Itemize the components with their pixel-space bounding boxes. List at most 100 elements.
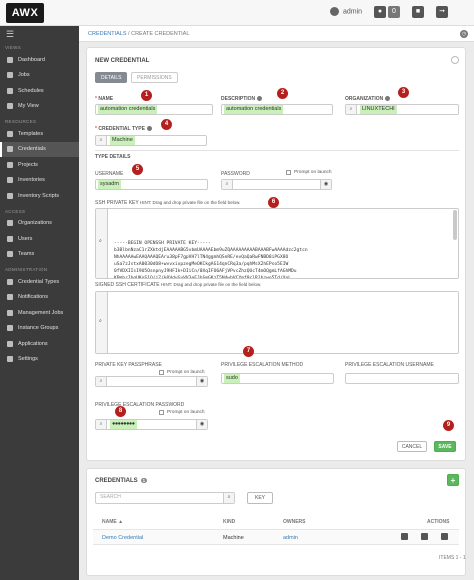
breadcrumb-current: CREATE CREDENTIAL — [131, 31, 190, 37]
tab-details[interactable]: DETAILS — [95, 72, 128, 83]
username-input[interactable]: sysadm — [95, 179, 208, 190]
sidebar-item-users[interactable]: Users — [0, 231, 79, 247]
sidebar-item-credentials[interactable]: Credentials — [0, 141, 79, 157]
callout-9: 9 — [443, 420, 454, 431]
ssh-key-browse[interactable]: ⌕ — [96, 209, 108, 278]
credential-type-label: * CREDENTIAL TYPE — [95, 126, 152, 132]
passphrase-prompt-checkbox[interactable] — [159, 370, 164, 375]
passphrase-label: PRIVATE KEY PASSPHRASE — [95, 362, 162, 368]
sidebar-item-applications[interactable]: Applications — [0, 336, 79, 352]
escalation-password-prompt-checkbox[interactable] — [159, 410, 164, 415]
save-button[interactable]: SAVE — [434, 441, 456, 452]
cancel-button[interactable]: CANCEL — [397, 441, 427, 452]
password-input[interactable]: ⌕ ◉ — [221, 179, 332, 190]
eye-icon[interactable]: ◉ — [196, 420, 207, 429]
sidebar-item-my-view[interactable]: My View — [0, 99, 79, 115]
gear-icon — [7, 356, 13, 363]
menu-toggle-icon[interactable]: ☰ — [0, 26, 79, 40]
sidebar-item-templates[interactable]: Templates — [0, 126, 79, 142]
sidebar-item-instance-groups[interactable]: Instance Groups — [0, 321, 79, 337]
escalation-password-prompt-label: Prompt on launch — [167, 410, 205, 415]
sidebar-item-organizations[interactable]: Organizations — [0, 216, 79, 232]
search-icon[interactable]: ⌕ — [96, 136, 107, 145]
escalation-username-label: PRIVILEGE ESCALATION USERNAME — [345, 362, 434, 368]
delete-icon[interactable] — [441, 533, 448, 540]
eye-icon[interactable]: ◉ — [320, 180, 331, 189]
sidebar-item-management-jobs[interactable]: Management Jobs — [0, 305, 79, 321]
search-input[interactable]: SEARCH ⌕ — [95, 492, 235, 504]
passphrase-input[interactable]: ⌕ ◉ — [95, 376, 208, 387]
escalation-method-input[interactable]: sudo — [221, 373, 334, 384]
close-icon[interactable] — [451, 56, 459, 64]
key-icon[interactable]: ⌕ — [96, 420, 107, 429]
key-icon[interactable]: ⌕ — [222, 180, 233, 189]
divider — [95, 150, 459, 151]
help-icon — [385, 96, 391, 102]
user-menu[interactable]: admin — [330, 7, 362, 16]
sidebar-item-projects[interactable]: Projects — [0, 157, 79, 173]
logout-icon[interactable]: ➞ — [436, 6, 448, 18]
column-name[interactable]: NAME ▲ — [102, 519, 123, 525]
sidebar-item-jobs[interactable]: Jobs — [0, 68, 79, 84]
callout-3: 3 — [398, 87, 409, 98]
bell-icon[interactable]: ● — [374, 6, 386, 18]
activity-stream-icon[interactable]: ◷ — [460, 30, 468, 38]
sidebar-item-inventories[interactable]: Inventories — [0, 173, 79, 189]
column-kind: KIND — [223, 519, 236, 525]
ssh-key-label: SSH PRIVATE KEY HINT: Drag and drop priv… — [95, 200, 241, 206]
cube-icon — [7, 340, 13, 347]
eye-icon[interactable]: ◉ — [196, 377, 207, 386]
password-prompt-checkbox[interactable] — [286, 170, 291, 175]
help-icon — [146, 126, 152, 132]
row-kind: Machine — [223, 535, 244, 541]
ssh-key-textarea[interactable]: ⌕ -----BEGIN OPENSSH PRIVATE KEY----- b3B… — [95, 208, 459, 279]
ssh-key-line: NhAAAAAwEAAQAAAQEAru38pF7gpVH7lTN4ggmhQS… — [114, 255, 289, 260]
notification-count-badge[interactable]: 0 — [388, 6, 400, 18]
edit-icon[interactable] — [401, 533, 408, 540]
escalation-method-label: PRIVILEGE ESCALATION METHOD — [221, 362, 304, 368]
copy-icon[interactable] — [421, 533, 428, 540]
sidebar-section-administration: ADMINISTRATION — [5, 267, 48, 272]
row-owner-link[interactable]: admin — [283, 535, 298, 541]
key-button[interactable]: KEY — [247, 492, 273, 504]
calendar-icon — [7, 87, 13, 94]
search-icon[interactable]: ⌕ — [223, 493, 234, 503]
add-button[interactable]: + — [447, 474, 459, 486]
credential-type-lookup[interactable]: ⌕ Machine — [95, 135, 207, 146]
awx-logo[interactable]: AWX — [6, 3, 44, 23]
sidebar-item-dashboard[interactable]: Dashboard — [0, 52, 79, 68]
sidebar-item-notifications[interactable]: Notifications — [0, 290, 79, 306]
escalation-username-input[interactable] — [345, 373, 459, 384]
callout-7: 7 — [243, 346, 254, 357]
sidebar-item-credential-types[interactable]: Credential Types — [0, 274, 79, 290]
pagination-label: ITEMS 1 - 1 — [439, 555, 466, 561]
organization-lookup[interactable]: ⌕ LINUXTECHI — [345, 104, 459, 115]
row-name-link[interactable]: Demo Credential — [102, 535, 143, 541]
sidebar-item-settings[interactable]: Settings — [0, 352, 79, 368]
key-type-icon — [7, 278, 13, 285]
sidebar-item-schedules[interactable]: Schedules — [0, 83, 79, 99]
docs-icon[interactable]: ■ — [412, 6, 424, 18]
callout-1: 1 — [141, 90, 152, 101]
tab-permissions[interactable]: PERMISSIONS — [131, 72, 178, 83]
signed-cert-browse[interactable]: ⌕ — [96, 292, 108, 353]
sidebar-item-inventory-scripts[interactable]: Inventory Scripts — [0, 188, 79, 204]
key-icon — [7, 146, 13, 153]
description-input[interactable]: automation credentials — [221, 104, 333, 115]
scrollbar[interactable] — [453, 210, 457, 240]
sidebar-item-teams[interactable]: Teams — [0, 247, 79, 263]
key-icon[interactable]: ⌕ — [96, 377, 107, 386]
signed-cert-textarea[interactable]: ⌕ — [95, 291, 459, 354]
escalation-password-label: PRIVILEGE ESCALATION PASSWORD — [95, 402, 185, 408]
search-icon[interactable]: ⌕ — [346, 105, 357, 114]
escalation-password-input[interactable]: ⌕ ●●●●●●●● ◉ — [95, 419, 208, 430]
breadcrumb: CREDENTIALS / CREATE CREDENTIAL ◷ — [79, 26, 474, 42]
name-input[interactable]: automation credentials — [95, 104, 213, 115]
breadcrumb-credentials-link[interactable]: CREDENTIALS — [88, 31, 127, 37]
type-details-heading: TYPE DETAILS — [95, 154, 131, 160]
ssh-key-line: 0fVDXIIsI9U5OsnpnyJ9HFIk+DIiCn/0XqIFO6AF… — [114, 269, 297, 274]
password-label: PASSWORD — [221, 171, 250, 177]
server-icon — [7, 325, 13, 332]
user-icon — [7, 235, 13, 242]
ssh-key-line: -----BEGIN OPENSSH PRIVATE KEY----- — [114, 241, 211, 246]
